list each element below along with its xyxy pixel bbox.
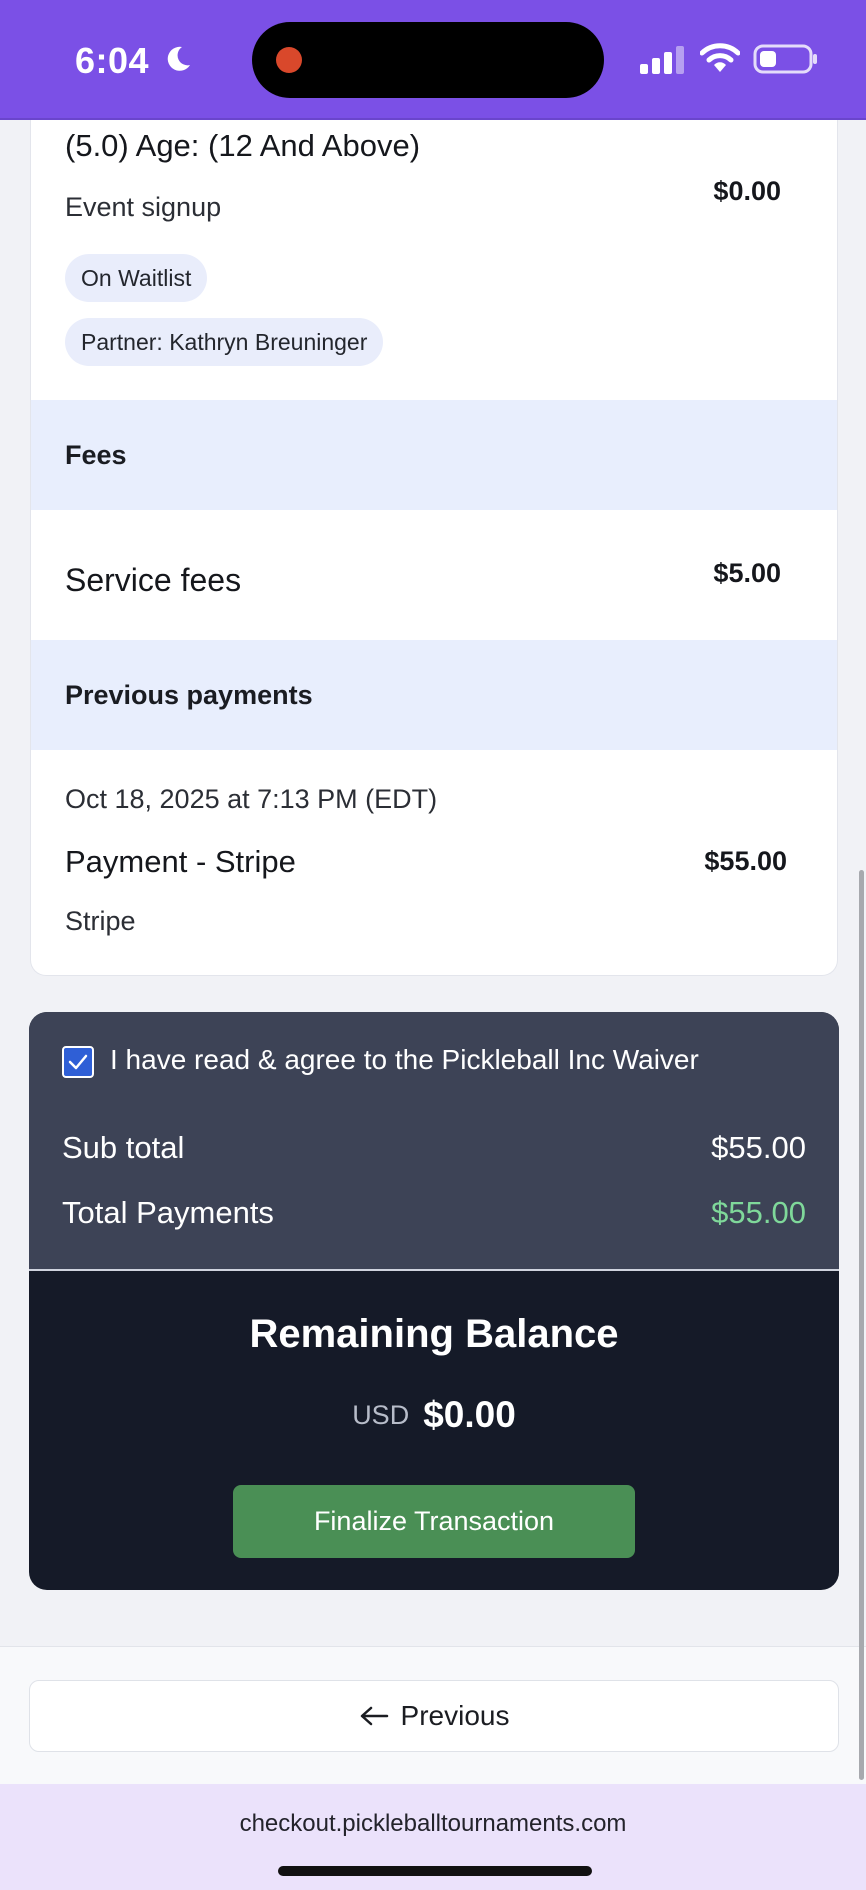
- payment-method: Stripe: [65, 906, 136, 936]
- event-title: (5.0) Age: (12 And Above): [65, 128, 421, 163]
- payment-amount: $55.00: [704, 846, 787, 876]
- fees-heading: Fees: [65, 440, 127, 470]
- finalize-transaction-button[interactable]: Finalize Transaction: [233, 1485, 635, 1558]
- remaining-balance: USD $0.00: [29, 1394, 839, 1436]
- previous-button[interactable]: Previous: [29, 1680, 839, 1752]
- summary-totals: I have read & agree to the Pickleball In…: [29, 1012, 839, 1271]
- total-payments-value: $55.00: [711, 1195, 806, 1230]
- fees-section-header: Fees: [31, 400, 837, 510]
- service-fees-amount: $5.00: [713, 558, 781, 588]
- service-fees-label: Service fees: [65, 562, 242, 598]
- currency-code: USD: [352, 1399, 410, 1430]
- signal-icon: [640, 46, 684, 74]
- moon-icon: [167, 46, 190, 71]
- remaining-balance-amount: $0.00: [423, 1394, 516, 1435]
- previous-label: Previous: [400, 1700, 510, 1731]
- previous-payments-header: Previous payments: [31, 640, 837, 750]
- payment-date: Oct 18, 2025 at 7:13 PM (EDT): [65, 784, 438, 814]
- subtotal-label: Sub total: [62, 1130, 185, 1165]
- dynamic-island: [252, 22, 604, 98]
- url-text[interactable]: checkout.pickleballtournaments.com: [0, 1810, 866, 1838]
- event-type: Event signup: [65, 192, 222, 222]
- arrow-left-icon: [360, 1706, 388, 1725]
- remaining-balance-title: Remaining Balance: [249, 1312, 619, 1356]
- status-time: 6:04: [75, 40, 150, 81]
- event-price: $0.00: [713, 176, 781, 206]
- checkmark-icon: [68, 1054, 88, 1070]
- recording-indicator: [276, 47, 302, 73]
- scrollbar[interactable]: [859, 870, 864, 1780]
- partner-badge: Partner: Kathryn Breuninger: [65, 318, 384, 366]
- total-payments-label: Total Payments: [62, 1195, 274, 1230]
- subtotal-value: $55.00: [711, 1130, 806, 1165]
- wifi-icon: [700, 43, 740, 72]
- waiver-checkbox[interactable]: [62, 1046, 94, 1078]
- payment-title: Payment - Stripe: [65, 844, 296, 879]
- checkout-summary: I have read & agree to the Pickleball In…: [29, 1012, 839, 1590]
- status-bar: 6:04: [0, 0, 866, 120]
- home-indicator[interactable]: [278, 1866, 592, 1876]
- browser-address-bar[interactable]: checkout.pickleballtournaments.com: [0, 1784, 866, 1890]
- order-details-card: (5.0) Age: (12 And Above) Event signup $…: [30, 120, 838, 976]
- previous-payments-heading: Previous payments: [65, 680, 313, 710]
- waitlist-badge: On Waitlist: [65, 254, 208, 302]
- waiver-label[interactable]: I have read & agree to the Pickleball In…: [110, 1044, 699, 1076]
- battery-icon: [753, 44, 817, 74]
